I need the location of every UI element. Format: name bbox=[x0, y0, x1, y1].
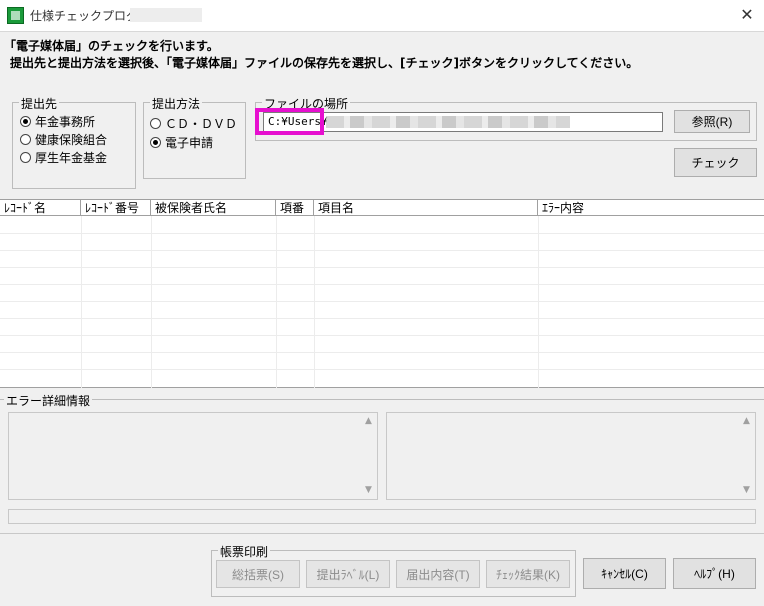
status-bar bbox=[8, 509, 756, 524]
check-result-button[interactable]: ﾁｪｯｸ結果(K) bbox=[486, 560, 570, 588]
radio-label: ＣＤ・ＤＶＤ bbox=[165, 117, 238, 131]
highlight-box bbox=[255, 108, 324, 135]
radio-dot bbox=[20, 134, 31, 145]
browse-button[interactable]: 参照(R) bbox=[674, 110, 750, 133]
radio-label: 電子申請 bbox=[165, 136, 214, 150]
radio-dot bbox=[150, 118, 161, 129]
title-divider bbox=[0, 31, 764, 32]
scroll-down-icon[interactable]: ▼ bbox=[738, 482, 755, 499]
scroll-down-icon[interactable]: ▼ bbox=[360, 482, 377, 499]
radio-label: 年金事務所 bbox=[35, 115, 96, 129]
grid-col-line bbox=[276, 216, 277, 388]
error-detail-right-textarea[interactable]: ▲ ▼ bbox=[386, 412, 756, 500]
scroll-up-icon[interactable]: ▲ bbox=[360, 413, 377, 430]
app-icon bbox=[7, 7, 24, 24]
instruction-line-1: 「電子媒体届」のチェックを行います。 bbox=[4, 39, 219, 53]
grid-row-line bbox=[0, 335, 764, 336]
check-button[interactable]: チェック bbox=[674, 148, 757, 177]
notification-content-button[interactable]: 届出内容(T) bbox=[396, 560, 480, 588]
grid-row-line bbox=[0, 284, 764, 285]
radio-label: 健康保険組合 bbox=[35, 133, 108, 147]
scrollbar[interactable]: ▲ ▼ bbox=[738, 413, 755, 499]
submit-to-legend: 提出先 bbox=[19, 95, 60, 112]
instruction-line-2: 提出先と提出方法を選択後、「電子媒体届」ファイルの保存先を選択し、[チェック]ボ… bbox=[10, 56, 639, 70]
grid-row-line bbox=[0, 250, 764, 251]
radio-dot bbox=[20, 152, 31, 163]
submit-method-legend: 提出方法 bbox=[150, 95, 203, 112]
bottom-separator bbox=[0, 533, 764, 534]
radio-e-application[interactable]: 電子申請 bbox=[150, 134, 213, 151]
radio-dot bbox=[150, 137, 161, 148]
grid-row-line bbox=[0, 301, 764, 302]
cancel-button[interactable]: ｷｬﾝｾﾙ(C) bbox=[583, 558, 666, 589]
result-grid[interactable]: ﾚｺｰﾄﾞ名 ﾚｺｰﾄﾞ番号 被保険者氏名 項番 項目名 ｴﾗｰ内容 bbox=[0, 199, 764, 388]
grid-col-line bbox=[151, 216, 152, 388]
scroll-up-icon[interactable]: ▲ bbox=[738, 413, 755, 430]
title-redacted bbox=[130, 8, 202, 22]
col-header-item-number[interactable]: 項番 bbox=[276, 200, 314, 216]
grid-row-line bbox=[0, 352, 764, 353]
path-redacted bbox=[326, 116, 570, 128]
grid-col-line bbox=[314, 216, 315, 388]
error-detail-left-textarea[interactable]: ▲ ▼ bbox=[8, 412, 378, 500]
radio-label: 厚生年金基金 bbox=[35, 151, 108, 165]
col-header-insured-name[interactable]: 被保険者氏名 bbox=[151, 200, 276, 216]
grid-row-line bbox=[0, 369, 764, 370]
radio-dot bbox=[20, 116, 31, 127]
grid-row-line bbox=[0, 318, 764, 319]
summary-sheet-button[interactable]: 総括票(S) bbox=[216, 560, 300, 588]
radio-cd-dvd[interactable]: ＣＤ・ＤＶＤ bbox=[150, 115, 237, 132]
grid-row-line bbox=[0, 233, 764, 234]
error-detail-rule bbox=[0, 399, 764, 400]
print-legend: 帳票印刷 bbox=[218, 543, 271, 560]
radio-pension-office[interactable]: 年金事務所 bbox=[20, 113, 95, 130]
radio-health-insurance[interactable]: 健康保険組合 bbox=[20, 131, 107, 148]
col-header-record-number[interactable]: ﾚｺｰﾄﾞ番号 bbox=[81, 200, 151, 216]
scrollbar[interactable]: ▲ ▼ bbox=[360, 413, 377, 499]
grid-header: ﾚｺｰﾄﾞ名 ﾚｺｰﾄﾞ番号 被保険者氏名 項番 項目名 ｴﾗｰ内容 bbox=[0, 200, 764, 216]
title-bar: 仕様チェックプログラム ✕ bbox=[0, 0, 764, 31]
submit-label-button[interactable]: 提出ﾗﾍﾞﾙ(L) bbox=[306, 560, 390, 588]
col-header-record-name[interactable]: ﾚｺｰﾄﾞ名 bbox=[0, 200, 81, 216]
close-icon[interactable]: ✕ bbox=[734, 4, 760, 26]
col-header-error-content[interactable]: ｴﾗｰ内容 bbox=[538, 200, 764, 216]
grid-col-line bbox=[81, 216, 82, 388]
col-header-item-name[interactable]: 項目名 bbox=[314, 200, 538, 216]
grid-col-line bbox=[538, 216, 539, 388]
help-button[interactable]: ﾍﾙﾌﾟ(H) bbox=[673, 558, 756, 589]
error-detail-legend: エラー詳細情報 bbox=[4, 392, 93, 409]
grid-row-line bbox=[0, 267, 764, 268]
radio-pension-fund[interactable]: 厚生年金基金 bbox=[20, 149, 107, 166]
